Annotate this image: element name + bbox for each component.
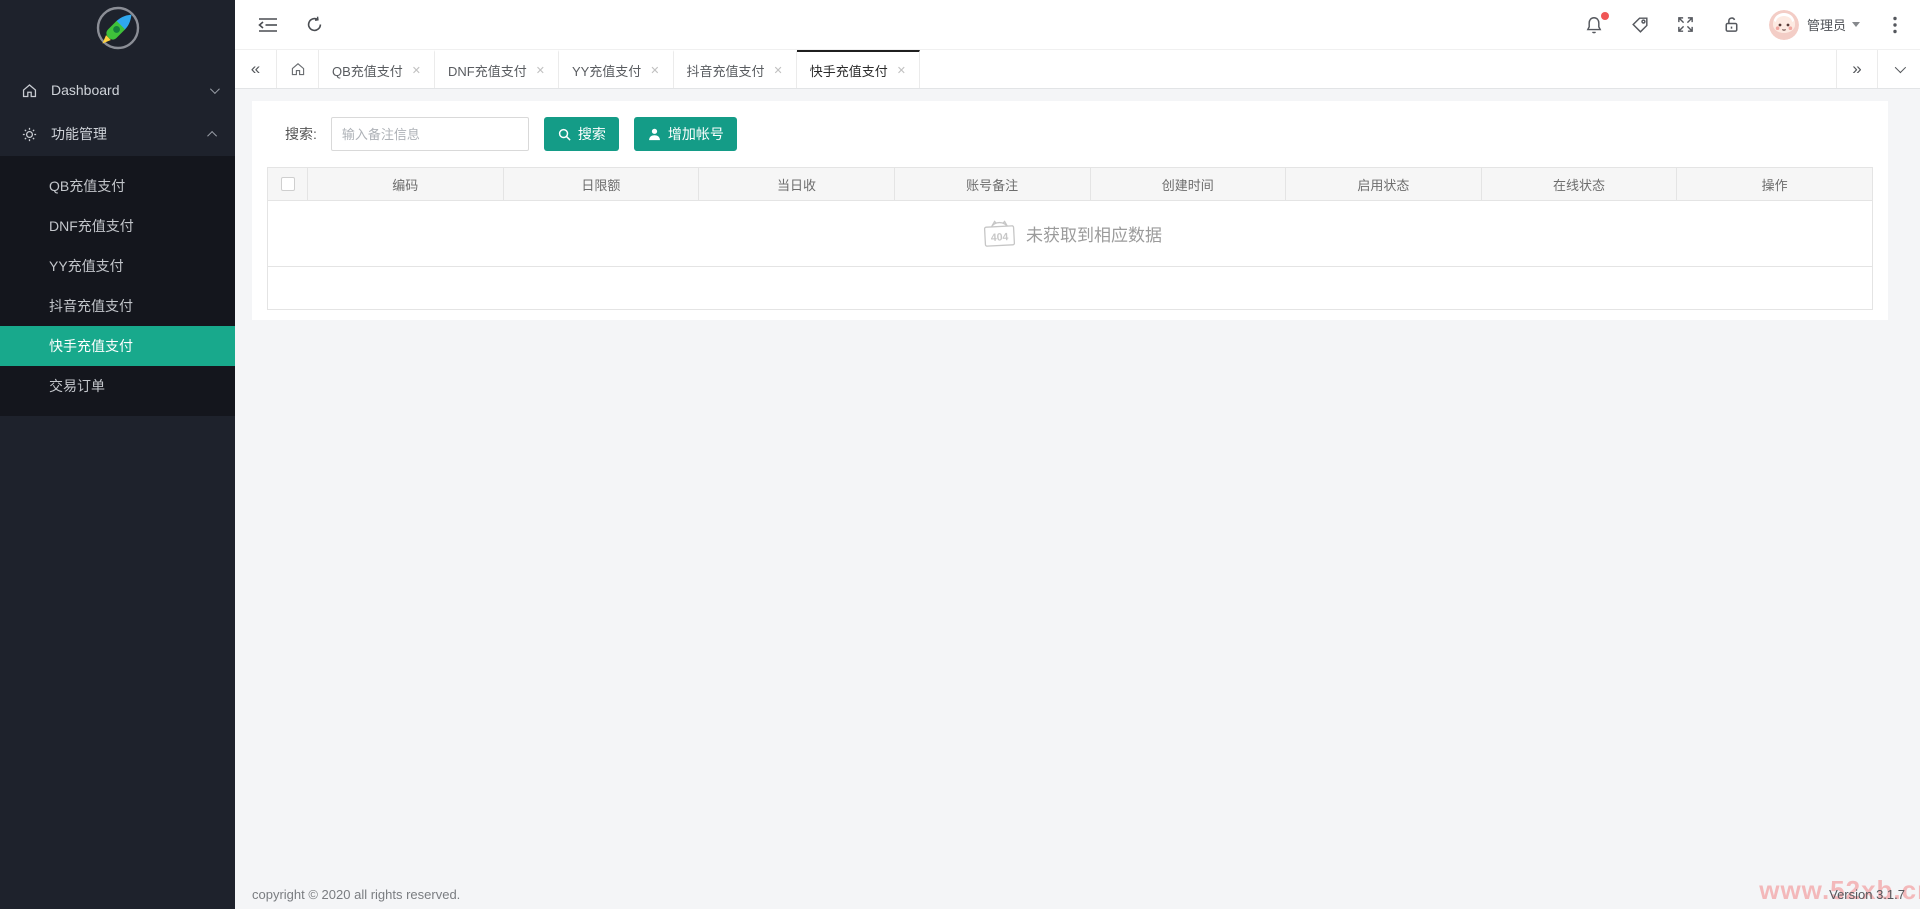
- table-header-checkbox-cell: [268, 168, 308, 200]
- kebab-menu-icon[interactable]: [1884, 14, 1906, 36]
- svg-text:404: 404: [991, 231, 1009, 244]
- empty-state-text: 未获取到相应数据: [1026, 221, 1162, 246]
- tab-yy-recharge[interactable]: YY充值支付 ✕: [559, 50, 674, 88]
- sidebar-item-label: 功能管理: [51, 124, 210, 144]
- add-user-icon: [647, 127, 662, 142]
- search-button[interactable]: 搜索: [544, 117, 619, 151]
- close-icon[interactable]: ✕: [774, 64, 783, 77]
- tabs-scroll-left-button[interactable]: «: [235, 50, 277, 88]
- close-icon[interactable]: ✕: [536, 64, 545, 77]
- tab-label: 快手充值支付: [810, 61, 888, 80]
- table-body: 404 未获取到相应数据: [268, 200, 1872, 266]
- user-menu[interactable]: 管理员: [1807, 15, 1860, 34]
- sidebar: Dashboard 功能管理 QB充值支付 DNF充值支付 YY充值支付 抖音充…: [0, 0, 235, 909]
- tab-label: YY充值支付: [572, 61, 641, 80]
- sidebar-item-qb-recharge[interactable]: QB充值支付: [0, 166, 235, 206]
- add-account-button-label: 增加帐号: [668, 124, 724, 144]
- search-row: 搜索: 搜索: [267, 117, 1873, 151]
- search-label: 搜索:: [285, 124, 317, 144]
- column-header: 创建时间: [1091, 168, 1287, 200]
- tab-label: DNF充值支付: [448, 61, 527, 80]
- column-header: 当日收: [699, 168, 895, 200]
- sidebar-submenu: QB充值支付 DNF充值支付 YY充值支付 抖音充值支付 快手充值支付 交易订单: [0, 156, 235, 416]
- caret-down-icon: [1852, 22, 1860, 27]
- column-header: 日限额: [504, 168, 700, 200]
- refresh-icon[interactable]: [303, 14, 325, 36]
- topbar-right: 管理员: [1559, 10, 1906, 40]
- sidebar-item-douyin-recharge[interactable]: 抖音充值支付: [0, 286, 235, 326]
- empty-state: 404 未获取到相应数据: [978, 216, 1162, 252]
- avatar[interactable]: [1769, 10, 1799, 40]
- gear-icon: [21, 126, 38, 143]
- logo[interactable]: [0, 0, 235, 56]
- tabbar-spacer: [920, 50, 1836, 88]
- tabs-scroll-right-button[interactable]: »: [1836, 50, 1878, 88]
- unlock-icon[interactable]: [1721, 14, 1743, 36]
- tab-kuaishou-recharge[interactable]: 快手充值支付 ✕: [797, 50, 920, 88]
- search-button-label: 搜索: [578, 124, 606, 144]
- sidebar-item-function-mgmt[interactable]: 功能管理: [0, 112, 235, 156]
- sidebar-item-trade-orders[interactable]: 交易订单: [0, 366, 235, 406]
- close-icon[interactable]: ✕: [897, 64, 906, 77]
- add-account-button[interactable]: 增加帐号: [634, 117, 737, 151]
- panel-card: 搜索: 搜索: [252, 101, 1888, 320]
- sidebar-spacer: [0, 416, 235, 909]
- sidebar-item-label: Dashboard: [51, 82, 210, 98]
- tabs-menu-button[interactable]: [1878, 50, 1920, 88]
- column-header: 编码: [308, 168, 504, 200]
- select-all-checkbox[interactable]: [281, 177, 295, 191]
- app-root: Dashboard 功能管理 QB充值支付 DNF充值支付 YY充值支付 抖音充…: [0, 0, 1920, 909]
- home-tab-icon[interactable]: [277, 50, 319, 88]
- accounts-table: 编码 日限额 当日收 账号备注 创建时间 启用状态 在线状态 操作: [267, 167, 1873, 266]
- tab-label: 抖音充值支付: [687, 61, 765, 80]
- main-area: 管理员 « QB充值支付 ✕: [235, 0, 1920, 909]
- rocket-logo-icon: [95, 5, 141, 51]
- user-label: 管理员: [1807, 15, 1846, 34]
- copyright-text: copyright © 2020 all rights reserved.: [252, 887, 460, 902]
- chevron-down-icon: [210, 84, 220, 94]
- pagination-row: [267, 266, 1873, 310]
- tab-douyin-recharge[interactable]: 抖音充值支付 ✕: [674, 50, 797, 88]
- empty-404-cat-icon: 404: [978, 216, 1020, 252]
- version-text: Version 3.1.7: [1829, 887, 1905, 902]
- tabbar: « QB充值支付 ✕ DNF充值支付 ✕ YY充值支付 ✕ 抖音充值支付 ✕: [235, 50, 1920, 89]
- sidebar-item-dashboard[interactable]: Dashboard: [0, 68, 235, 112]
- column-header: 在线状态: [1482, 168, 1678, 200]
- tab-label: QB充值支付: [332, 61, 403, 80]
- tab-qb-recharge[interactable]: QB充值支付 ✕: [319, 50, 435, 88]
- search-input[interactable]: [331, 117, 529, 151]
- close-icon[interactable]: ✕: [650, 64, 659, 77]
- search-icon: [557, 127, 572, 142]
- topbar: 管理员: [235, 0, 1920, 50]
- home-icon: [21, 82, 38, 99]
- tag-icon[interactable]: [1629, 14, 1651, 36]
- sidebar-item-kuaishou-recharge[interactable]: 快手充值支付: [0, 326, 235, 366]
- column-header: 操作: [1677, 168, 1872, 200]
- table-header-row: 编码 日限额 当日收 账号备注 创建时间 启用状态 在线状态 操作: [268, 168, 1872, 200]
- fullscreen-icon[interactable]: [1675, 14, 1697, 36]
- column-header: 启用状态: [1286, 168, 1482, 200]
- close-icon[interactable]: ✕: [412, 64, 421, 77]
- tab-dnf-recharge[interactable]: DNF充值支付 ✕: [435, 50, 559, 88]
- notification-dot: [1601, 12, 1609, 20]
- sidebar-item-dnf-recharge[interactable]: DNF充值支付: [0, 206, 235, 246]
- notifications-bell-icon[interactable]: [1583, 14, 1605, 36]
- chevron-down-icon: [1895, 62, 1906, 73]
- collapse-sidebar-icon[interactable]: [257, 14, 279, 36]
- sidebar-item-yy-recharge[interactable]: YY充值支付: [0, 246, 235, 286]
- content-area: 搜索: 搜索: [235, 89, 1920, 879]
- column-header: 账号备注: [895, 168, 1091, 200]
- footer: copyright © 2020 all rights reserved. ww…: [235, 879, 1920, 909]
